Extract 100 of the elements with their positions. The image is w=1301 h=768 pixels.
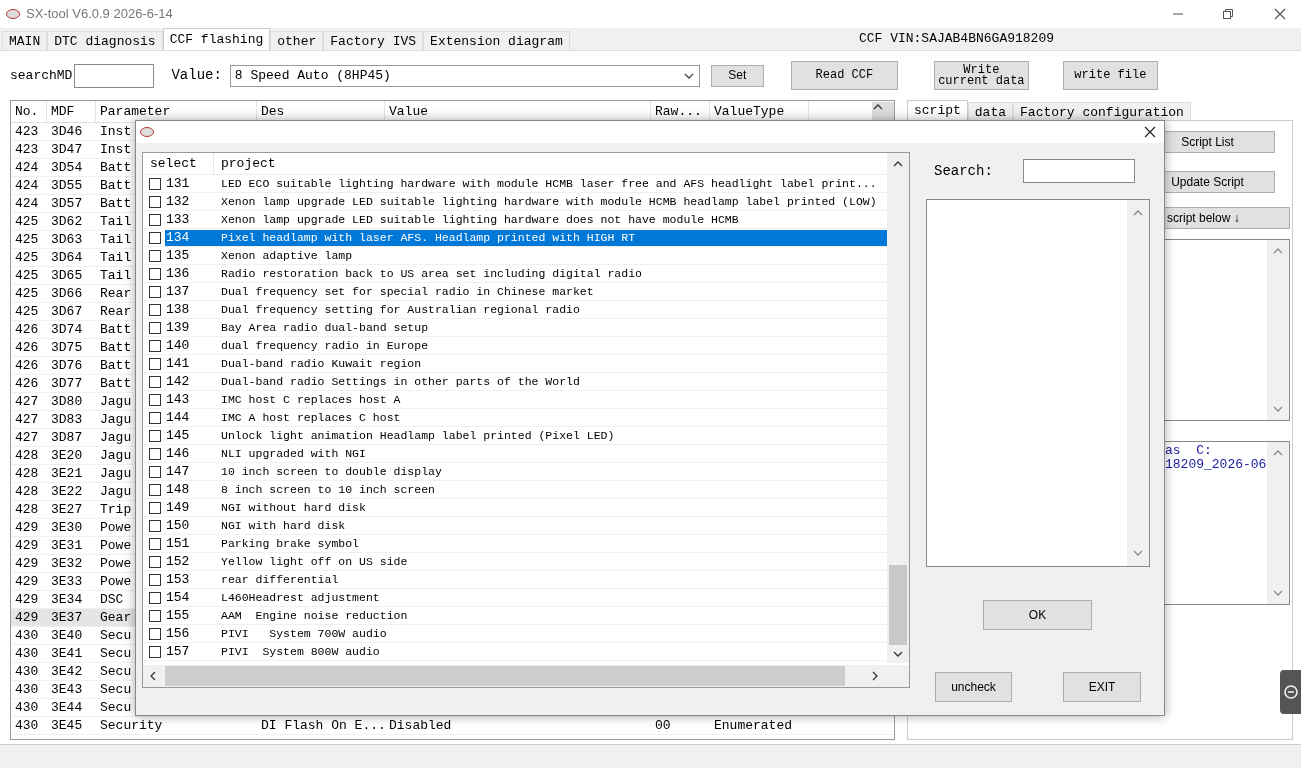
tab[interactable]: Factory IVS (323, 31, 424, 50)
checkbox[interactable] (149, 537, 161, 550)
checkbox[interactable] (149, 195, 161, 208)
project-cell[interactable]: NGI with hard disk (214, 517, 887, 534)
checkbox[interactable] (149, 285, 161, 298)
project-cell[interactable]: Unlock light animation Headlamp label printed (Pixel LED) (214, 427, 887, 444)
project-cell[interactable]: Radio restoration back to US area set including digital radio (214, 265, 887, 282)
set-button[interactable]: Set (710, 64, 764, 87)
checkbox[interactable] (149, 429, 161, 442)
column-header[interactable]: Value (389, 101, 428, 122)
column-header[interactable]: ValueType (714, 101, 785, 122)
project-cell[interactable]: NLI upgraded with NGI (214, 445, 887, 462)
project-cell[interactable]: PIVI System 800W audio (214, 643, 887, 660)
project-cell[interactable]: 10 inch screen to double display (214, 463, 887, 480)
checkbox[interactable] (149, 465, 161, 478)
project-cell[interactable]: IMC A host replaces C host (214, 409, 887, 426)
checkbox[interactable] (149, 231, 161, 244)
table-cell-text: 3E20 (51, 446, 83, 465)
project-cell[interactable]: IMC host C replaces host A (214, 391, 887, 408)
tab[interactable]: Extension diagram (423, 31, 570, 50)
column-header[interactable]: select (150, 153, 197, 174)
project-cell[interactable]: Dual frequency set for special radio in Chinese market (214, 283, 887, 300)
project-cell[interactable]: Parking brake symbol (214, 535, 887, 552)
write-current-data-button[interactable]: Write current data (933, 61, 1029, 90)
checkbox[interactable] (149, 177, 161, 190)
project-cell[interactable]: Pixel headlamp with laser AFS. Headlamp printed with HIGH RT (214, 229, 887, 246)
checkbox[interactable] (149, 519, 161, 532)
checkbox[interactable] (149, 483, 161, 496)
checkbox[interactable] (149, 249, 161, 262)
value-dropdown[interactable]: 8 Speed Auto (8HP45) (229, 64, 700, 87)
checkbox[interactable] (149, 627, 161, 640)
project-cell[interactable]: PIVI System 700W audio (214, 625, 887, 642)
project-cell[interactable]: L460Headrest adjustment (214, 589, 887, 606)
item-number: 140 (165, 337, 191, 354)
read-ccf-button[interactable]: Read CCF (790, 61, 898, 90)
checkbox[interactable] (149, 375, 161, 388)
checkbox[interactable] (149, 303, 161, 316)
table-cell-text: Secu (100, 626, 132, 645)
uncheck-button[interactable]: uncheck (935, 672, 1012, 702)
tab[interactable]: CCF flashing (162, 28, 271, 50)
project-cell[interactable]: 8 inch screen to 10 inch screen (214, 481, 887, 498)
tab[interactable]: DTC diagnosis (47, 31, 163, 50)
table-cell-text: 423 (15, 140, 39, 159)
checkbox[interactable] (149, 339, 161, 352)
project-cell[interactable]: Dual-band radio Kuwait region (214, 355, 887, 372)
scroll-up-icon[interactable] (892, 159, 904, 169)
checkbox[interactable] (149, 573, 161, 586)
project-cell[interactable]: NGI without hard disk (214, 499, 887, 516)
tab[interactable]: script (907, 100, 968, 120)
project-cell[interactable]: Xenon lamp upgrade LED suitable lighting hardware does not have module HCMB (214, 211, 887, 228)
checkbox[interactable] (149, 609, 161, 622)
project-cell[interactable]: dual frequency radio in Europe (214, 337, 887, 354)
project-cell[interactable]: Xenon lamp upgrade LED suitable lighting hardware with module HCMB headlamp label printed (LOW) (214, 193, 887, 210)
table-cell-text: 3D74 (51, 320, 83, 339)
tab[interactable]: other (270, 31, 324, 50)
project-cell[interactable]: AAM Engine noise reduction (214, 607, 887, 624)
close-icon[interactable] (1274, 8, 1286, 20)
checkbox[interactable] (149, 213, 161, 226)
checkbox[interactable] (149, 393, 161, 406)
checkbox[interactable] (149, 501, 161, 514)
column-header[interactable]: Parameter (100, 101, 171, 122)
checkbox[interactable] (149, 267, 161, 280)
tab[interactable]: MAIN (2, 31, 48, 50)
table-row[interactable]: 430 3E45 Security DI Flash On E... Disabled 00 Enumerated (11, 717, 894, 735)
side-handle[interactable] (1280, 670, 1301, 714)
tab[interactable]: data (967, 102, 1014, 120)
scrollbar-thumb[interactable] (889, 565, 907, 645)
table-cell-text: Powe (100, 554, 132, 573)
column-header[interactable]: Des (261, 101, 285, 122)
checkbox[interactable] (149, 555, 161, 568)
column-header[interactable]: project (221, 153, 276, 174)
column-header[interactable]: Raw... (655, 101, 702, 122)
project-cell[interactable]: Yellow light off on US side (214, 553, 887, 570)
close-icon[interactable] (1144, 126, 1156, 138)
exit-button[interactable]: EXIT (1063, 672, 1141, 702)
scroll-down-icon[interactable] (892, 649, 904, 659)
tab[interactable]: Factory configuration (1013, 102, 1191, 120)
checkbox[interactable] (149, 321, 161, 334)
checkbox[interactable] (149, 645, 161, 658)
search-field[interactable] (74, 63, 155, 88)
project-cell[interactable]: Dual-band radio Settings in other parts of the World (214, 373, 887, 390)
write-file-button[interactable]: write file (1062, 61, 1158, 90)
checkbox[interactable] (149, 591, 161, 604)
search-field[interactable] (1022, 159, 1135, 183)
project-cell[interactable]: rear differential (214, 571, 887, 588)
project-cell[interactable]: LED ECO suitable lighting hardware with module HCMB laser free and AFS headlight label print... (214, 175, 887, 192)
table-cell-text: 3E21 (51, 464, 83, 483)
checkbox[interactable] (149, 357, 161, 370)
checkbox[interactable] (149, 411, 161, 424)
ok-button[interactable]: OK (983, 600, 1092, 630)
checkbox[interactable] (149, 447, 161, 460)
column-header[interactable]: MDF (51, 101, 75, 122)
table-cell-text: Enumerated (714, 716, 792, 735)
column-header[interactable]: No. (15, 101, 39, 122)
project-cell[interactable]: Xenon adaptive lamp (214, 247, 887, 264)
project-cell[interactable]: Dual frequency setting for Australian regional radio (214, 301, 887, 318)
scrollbar-thumb[interactable] (165, 666, 845, 686)
table-cell-text: 3D80 (51, 392, 83, 411)
project-cell[interactable]: Bay Area radio dual-band setup (214, 319, 887, 336)
restore-icon[interactable] (1222, 8, 1234, 20)
